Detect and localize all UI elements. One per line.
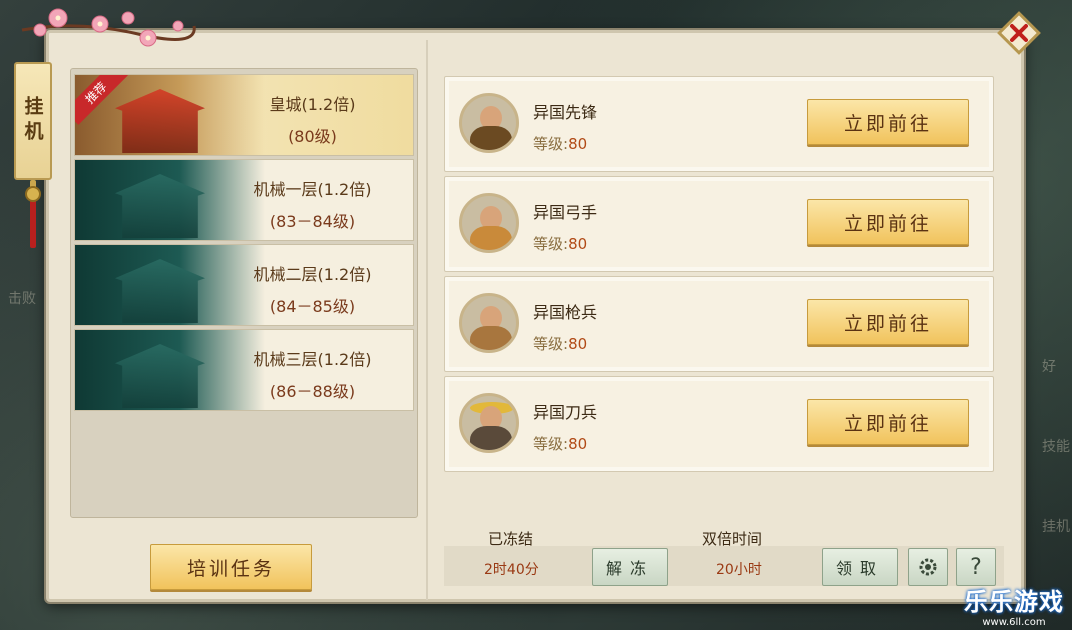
- enemy-avatar: [459, 393, 519, 453]
- blossom-decoration: [21, 8, 196, 47]
- claim-button[interactable]: 领取: [822, 548, 898, 586]
- background-text: 好: [1042, 359, 1056, 375]
- go-now-button[interactable]: 立即前往: [807, 399, 969, 445]
- enemy-row: 异国弓手 等级:80 立即前往: [444, 176, 994, 272]
- tassel-knot-decoration: [25, 186, 41, 202]
- zone-item-imperial-city[interactable]: 推荐 皇城(1.2倍) (80级): [74, 74, 414, 156]
- enemy-row: 异国刀兵 等级:80 立即前往: [444, 376, 994, 472]
- zone-level: (83－84级): [269, 212, 356, 231]
- frozen-time-value: 2时40分: [484, 562, 539, 578]
- tab-afk[interactable]: 挂机: [14, 62, 52, 180]
- go-now-button[interactable]: 立即前往: [807, 99, 969, 145]
- enemy-avatar: [459, 193, 519, 253]
- enemy-level: 等级:80: [533, 135, 588, 153]
- enemy-name: 异国先锋: [533, 103, 598, 122]
- background-text: 挂机: [1042, 519, 1070, 535]
- zone-level: (80级): [288, 127, 337, 146]
- double-time-value: 20小时: [716, 562, 762, 578]
- enemy-level: 等级:80: [533, 235, 588, 253]
- enemy-name: 异国弓手: [533, 203, 598, 222]
- enemy-row: 异国先锋 等级:80 立即前往: [444, 76, 994, 172]
- zone-name: 机械一层(1.2倍): [253, 180, 372, 199]
- background-text: 技能: [1042, 439, 1070, 455]
- enemy-level: 等级:80: [533, 335, 588, 353]
- settings-gear-icon[interactable]: [908, 548, 948, 586]
- go-now-button[interactable]: 立即前往: [807, 299, 969, 345]
- enemy-level: 等级:80: [533, 435, 588, 453]
- close-icon[interactable]: [996, 10, 1042, 56]
- go-now-button[interactable]: 立即前往: [807, 199, 969, 245]
- zone-item-machine-2[interactable]: 机械二层(1.2倍) (84－85级): [74, 244, 414, 326]
- enemy-row: 异国枪兵 等级:80 立即前往: [444, 276, 994, 372]
- enemy-avatar: [459, 93, 519, 153]
- zone-level: (84－85级): [269, 297, 356, 316]
- enemy-name: 异国刀兵: [533, 403, 598, 422]
- zone-item-machine-1[interactable]: 机械一层(1.2倍) (83－84级): [74, 159, 414, 241]
- enemy-name: 异国枪兵: [533, 303, 598, 322]
- frozen-label: 已冻结: [488, 530, 534, 548]
- unfreeze-button[interactable]: 解冻: [592, 548, 668, 586]
- zone-name: 机械三层(1.2倍): [253, 350, 372, 369]
- zone-level: (86－88级): [269, 382, 356, 401]
- zone-name: 机械二层(1.2倍): [253, 265, 372, 284]
- zone-name: 皇城(1.2倍): [269, 95, 356, 114]
- double-time-label: 双倍时间: [702, 530, 763, 548]
- help-button[interactable]: ?: [956, 548, 996, 586]
- enemy-avatar: [459, 293, 519, 353]
- training-task-button[interactable]: 培训任务: [150, 544, 312, 590]
- zone-item-machine-3[interactable]: 机械三层(1.2倍) (86－88级): [74, 329, 414, 411]
- panel-divider: [426, 40, 428, 600]
- watermark-logo: 乐乐游戏 www.6ll.com: [964, 588, 1064, 628]
- background-text: 击败: [8, 291, 36, 307]
